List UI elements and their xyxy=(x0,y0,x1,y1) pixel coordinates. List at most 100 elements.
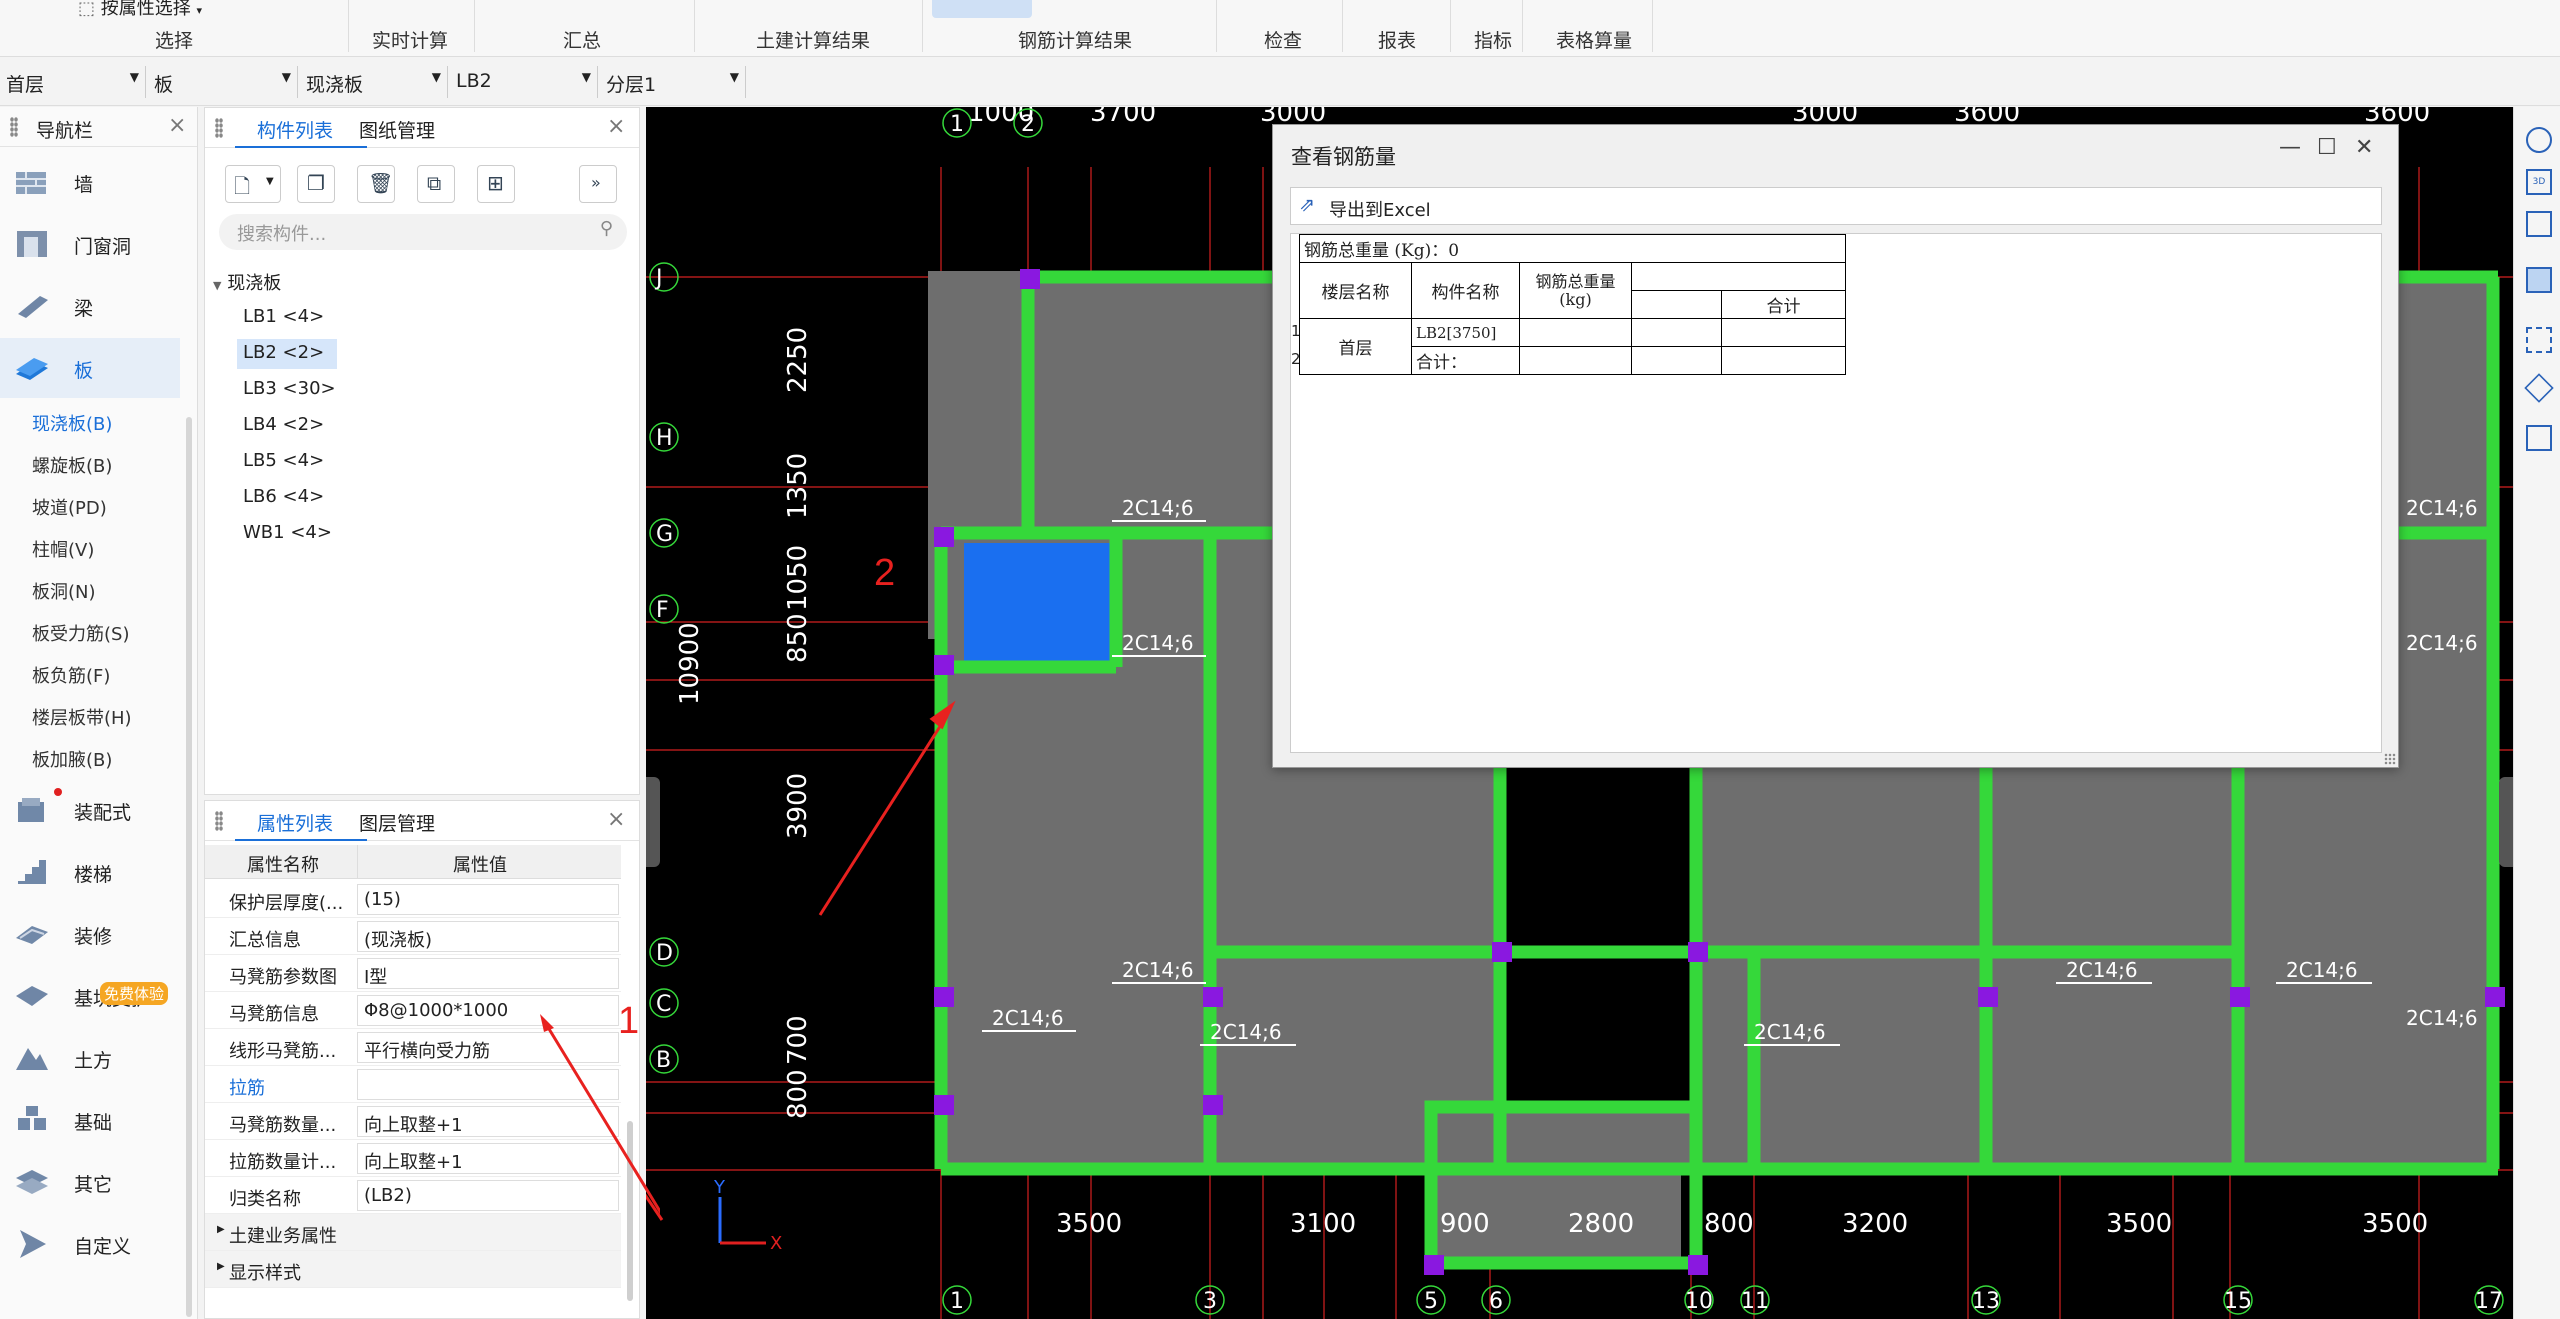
sub-item-slab-hole[interactable]: 板洞(N) xyxy=(32,578,96,604)
nav-item-pit[interactable]: 基坑支护 免费体验 xyxy=(0,966,180,1026)
pit-icon xyxy=(14,980,50,1012)
ribbon-group-civil-result[interactable]: 土建计算结果 xyxy=(756,26,870,53)
collapse-right-handle[interactable] xyxy=(2499,777,2513,867)
orbit-icon[interactable] xyxy=(2526,127,2552,153)
property-group-display[interactable]: ▶ 显示样式 xyxy=(205,1251,621,1288)
ribbon-group-summary[interactable]: 汇总 xyxy=(563,26,601,53)
ribbon-group-index[interactable]: 指标 xyxy=(1474,26,1512,53)
view-toolbar: 3D xyxy=(2513,107,2560,1319)
ribbon-group-realtime[interactable]: 实时计算 xyxy=(372,26,448,53)
rebar-label: 2C14;6 xyxy=(1122,496,1194,520)
grip-icon[interactable] xyxy=(215,118,223,138)
resize-grip-icon[interactable] xyxy=(2384,753,2396,765)
tree-item-lb2[interactable]: LB2 <2> xyxy=(237,339,337,369)
sub-item-ramp[interactable]: 坡道(PD) xyxy=(32,494,107,520)
nav-item-door-window[interactable]: 门窗洞 xyxy=(0,214,180,274)
left-dim: 2250 xyxy=(783,327,813,393)
nav-item-custom[interactable]: 自定义 xyxy=(0,1214,180,1274)
solid-view-icon[interactable] xyxy=(2526,267,2552,293)
tab-drawing-manage[interactable]: 图纸管理 xyxy=(359,116,435,143)
nav-item-stairs[interactable]: 楼梯 xyxy=(0,842,180,902)
nav-scrollbar[interactable] xyxy=(186,417,192,1317)
property-value[interactable]: (15) xyxy=(357,884,619,915)
wall-icon xyxy=(14,166,50,198)
save-template-button[interactable]: ⊞ xyxy=(477,165,515,203)
view-rebar-dialog[interactable]: 查看钢筋量 — ☐ ✕ ⇗ 导出到Excel 1 2 钢筋总重量 (Kg)：0 … xyxy=(1272,124,2399,768)
sub-item-spiral-slab[interactable]: 螺旋板(B) xyxy=(32,452,112,478)
search-input[interactable]: 搜索构件... ⚲ xyxy=(219,214,627,250)
nav-item-beam[interactable]: 梁 xyxy=(0,276,180,336)
tree-item-wb1[interactable]: WB1 <4> xyxy=(243,522,332,543)
search-icon: ⚲ xyxy=(599,218,613,239)
layer-select[interactable]: 分层1 ▼ xyxy=(600,66,746,98)
grip-icon[interactable] xyxy=(215,811,223,831)
sub-item-cast-slab[interactable]: 现浇板(B) xyxy=(32,410,112,436)
close-icon[interactable]: × xyxy=(607,114,625,139)
sub-item-slab-haunch[interactable]: 板加腋(B) xyxy=(32,746,112,772)
select-by-attribute-button[interactable]: ⬚ 按属性选择 ▾ xyxy=(78,0,202,20)
nav-item-earthwork[interactable]: 土方 xyxy=(0,1028,180,1088)
more-button[interactable]: » xyxy=(579,165,617,203)
tab-layer-manage[interactable]: 图层管理 xyxy=(359,809,435,836)
close-button[interactable]: ✕ xyxy=(2355,135,2373,160)
grip-icon[interactable] xyxy=(10,117,18,137)
corridor-void xyxy=(1501,767,1695,1111)
axis-number: 13 xyxy=(1972,1289,2000,1314)
nav-item-foundation[interactable]: 基础 xyxy=(0,1090,180,1150)
selected-slab-lb2[interactable] xyxy=(964,543,1112,661)
tab-property-list[interactable]: 属性列表 xyxy=(257,809,333,836)
duplicate-floor-button[interactable]: ⧉ xyxy=(417,165,455,203)
tree-item-lb6[interactable]: LB6 <4> xyxy=(243,486,324,507)
nav-item-other[interactable]: 其它 xyxy=(0,1152,180,1212)
tree-item-lb1[interactable]: LB1 <4> xyxy=(243,306,324,327)
tree-root-cast-slab[interactable]: ▼ 现浇板 xyxy=(213,269,281,295)
fullscreen-icon[interactable] xyxy=(2526,327,2552,353)
collapse-left-handle[interactable] xyxy=(646,777,660,867)
cube-icon[interactable] xyxy=(2524,373,2554,403)
copy-button[interactable]: ❐ xyxy=(297,165,335,203)
ribbon-group-check[interactable]: 检查 xyxy=(1264,26,1302,53)
door-window-icon xyxy=(14,228,50,260)
header-sum: 合计 xyxy=(1721,290,1846,319)
chevron-down-icon: ▼ xyxy=(581,70,591,84)
axis-number: 15 xyxy=(2224,1289,2252,1314)
maximize-button[interactable]: ☐ xyxy=(2317,135,2337,160)
property-value[interactable]: (现浇板) xyxy=(357,921,619,952)
ribbon-group-report[interactable]: 报表 xyxy=(1378,26,1416,53)
sub-item-slab-strip[interactable]: 楼层板带(H) xyxy=(32,704,132,730)
tab-component-list[interactable]: 构件列表 xyxy=(257,116,333,143)
sub-item-column-cap[interactable]: 柱帽(V) xyxy=(32,536,94,562)
nav-item-prefab[interactable]: 装配式 xyxy=(0,780,180,840)
nav-item-wall[interactable]: 墙 xyxy=(0,152,180,212)
nav-item-decoration[interactable]: 装修 xyxy=(0,904,180,964)
sub-item-negative-rebar[interactable]: 板负筋(F) xyxy=(32,662,110,688)
type-select[interactable]: 现浇板 ▼ xyxy=(300,66,448,98)
minimize-button[interactable]: — xyxy=(2279,135,2301,160)
new-component-button[interactable]: 🗋 ▼ xyxy=(225,165,281,203)
export-excel-button[interactable]: ⇗ 导出到Excel xyxy=(1290,187,2382,225)
layer-view-icon[interactable] xyxy=(2526,425,2552,451)
rebar-label: 2C14;6 xyxy=(1210,1020,1282,1044)
tree-item-lb4[interactable]: LB4 <2> xyxy=(243,414,324,435)
delete-button[interactable]: 🗑 xyxy=(357,165,395,203)
property-value[interactable]: Ⅰ型 xyxy=(357,958,619,989)
free-trial-badge[interactable]: 免费体验 xyxy=(100,982,169,1005)
ribbon-group-select[interactable]: 选择 xyxy=(155,26,193,53)
bottom-dim: 3100 xyxy=(1290,1209,1356,1239)
close-icon[interactable]: × xyxy=(607,807,625,832)
floor-select[interactable]: 首层 ▼ xyxy=(0,66,146,98)
ribbon-group-table-calc[interactable]: 表格算量 xyxy=(1556,26,1632,53)
box-view-icon[interactable] xyxy=(2526,211,2552,237)
tree-item-lb5[interactable]: LB5 <4> xyxy=(243,450,324,471)
close-icon[interactable]: × xyxy=(168,113,186,138)
annotation-label-2: 2 xyxy=(874,552,896,594)
ribbon-group-rebar-result[interactable]: 钢筋计算结果 xyxy=(1018,26,1132,53)
component-select[interactable]: LB2 ▼ xyxy=(450,66,598,98)
floor-cell: 首层 xyxy=(1299,318,1412,375)
bottom-dim: 3500 xyxy=(1056,1209,1122,1239)
nav-item-slab[interactable]: 板 xyxy=(0,338,180,398)
tree-item-lb3[interactable]: LB3 <30> xyxy=(243,378,336,399)
category-select[interactable]: 板 ▼ xyxy=(148,66,298,98)
3d-view-icon[interactable]: 3D xyxy=(2526,169,2552,195)
sub-item-slab-rebar[interactable]: 板受力筋(S) xyxy=(32,620,129,646)
